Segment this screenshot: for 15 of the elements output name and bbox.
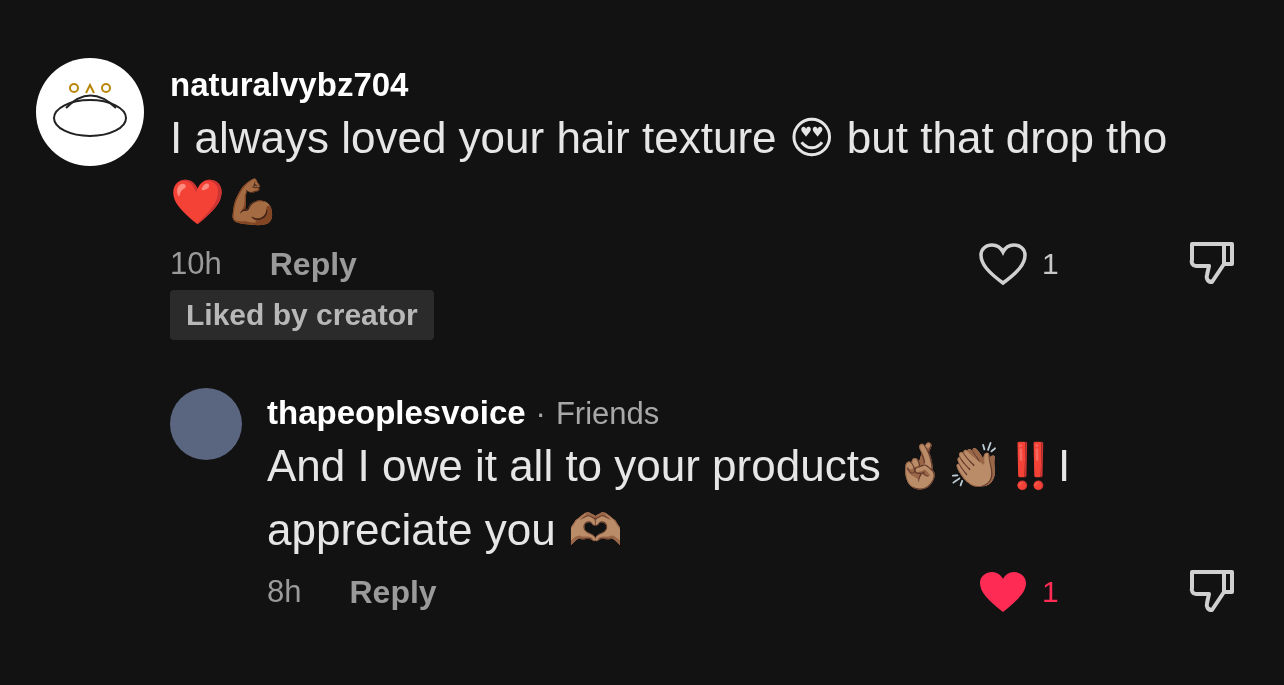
comment-text: I always loved your hair texture 😍 but that drop tho ❤💪🏾 — [170, 112, 1169, 228]
like-count: 1 — [1042, 575, 1059, 609]
reply-button[interactable]: Reply — [349, 573, 437, 611]
like-count: 1 — [1042, 247, 1059, 281]
separator-dot: · — [535, 396, 546, 432]
reply-button[interactable]: Reply — [269, 245, 357, 283]
username[interactable]: naturalvybz704 — [170, 66, 409, 104]
timestamp: 10h — [170, 246, 222, 282]
liked-by-creator-badge: Liked by creator — [170, 290, 434, 340]
relation-label: Friends — [555, 396, 660, 432]
timestamp: 8h — [267, 574, 302, 610]
heart-icon[interactable] — [978, 242, 1028, 286]
comment-text: And I owe it all to your products 🤞🏽👏🏽‼I appreciate you 🫶🏽 — [267, 440, 1072, 556]
username[interactable]: thapeoplesvoice — [267, 394, 526, 432]
heart-icon[interactable] — [978, 570, 1028, 614]
